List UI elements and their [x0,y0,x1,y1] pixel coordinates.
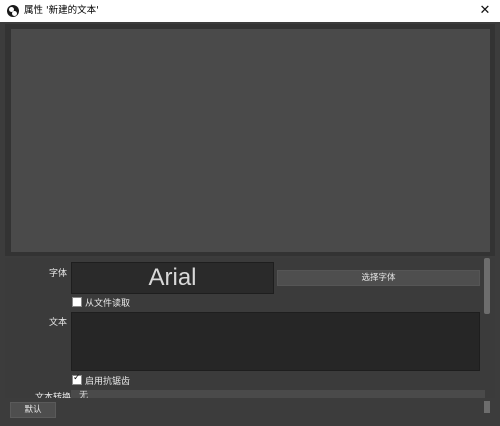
text-input[interactable] [71,312,480,371]
text-label: 文本 [49,318,68,328]
font-label: 字体 [49,269,68,279]
choose-font-button[interactable]: 选择字体 [277,270,480,286]
defaults-button[interactable]: 默认 [10,402,56,418]
antialias-checkbox[interactable] [72,373,82,385]
properties-panel: 字体 Arial 选择字体 从文件读取 文本 启用抗锯齿 文本转换 无 [5,258,495,398]
antialias-label: 启用抗锯齿 [85,377,131,387]
preview-frame [5,24,495,256]
scrollbar-bottom-handle[interactable] [484,401,490,413]
transform-select-value: 无 [79,391,89,398]
scrollbar-thumb[interactable] [484,258,490,314]
close-button[interactable]: ✕ [470,0,500,22]
source-preview [11,29,490,252]
font-preview: Arial [71,262,274,294]
read-from-file-checkbox[interactable] [72,297,82,307]
read-from-file-label: 从文件读取 [85,299,131,309]
properties-scrollbar[interactable] [483,258,493,413]
title-bar: 属性 '新建的文本' ✕ [0,0,500,22]
transform-label: 文本转换 [35,393,72,398]
transform-select[interactable]: 无 [71,390,485,398]
window-title: 属性 '新建的文本' [24,5,99,16]
app-logo-icon [7,5,19,17]
